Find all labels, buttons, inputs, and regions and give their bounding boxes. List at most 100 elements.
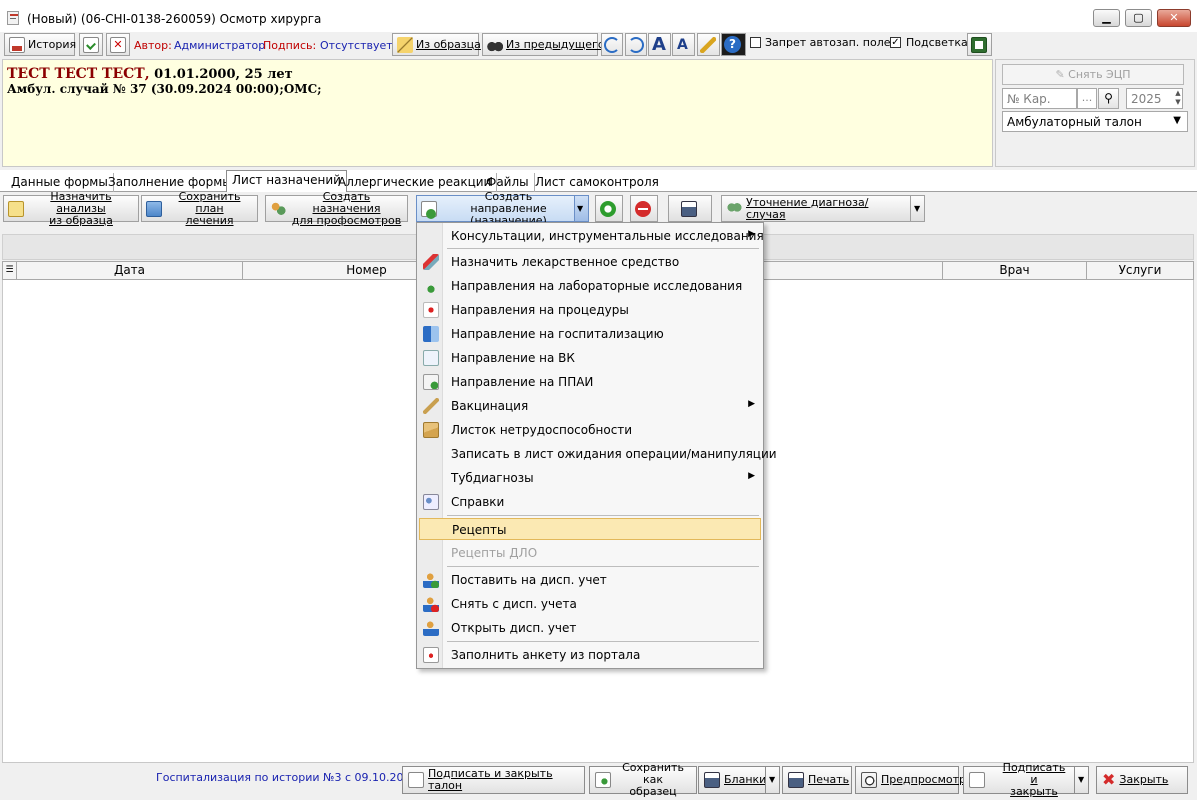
- unsign-doc-button[interactable]: ✕: [106, 33, 130, 56]
- menu-item-hospitalization[interactable]: Направление на госпитализацию: [419, 323, 761, 345]
- save-button[interactable]: [967, 33, 992, 56]
- forms-button[interactable]: Бланки: [698, 766, 766, 794]
- test-tube-icon: [423, 278, 439, 294]
- menu-item-label: Назначить лекарственное средство: [451, 255, 680, 269]
- undo-button[interactable]: [625, 33, 647, 56]
- card-number-input[interactable]: № Кар.: [1002, 88, 1077, 109]
- refresh-button[interactable]: [601, 33, 623, 56]
- minimize-button[interactable]: ▁: [1093, 9, 1120, 27]
- menu-item-lab-tests[interactable]: Направления на лабораторные исследования: [419, 275, 761, 297]
- forms-dropdown[interactable]: ▼: [765, 766, 780, 794]
- autofill-ban-checkbox[interactable]: [750, 37, 761, 48]
- patient-header: ТЕСТ ТЕСТ ТЕСТ, 01.01.2000, 25 лет Амбул…: [2, 59, 993, 167]
- menu-item-sick-leave[interactable]: Листок нетрудоспособности: [419, 419, 761, 441]
- menu-item-vk[interactable]: Направление на ВК: [419, 347, 761, 369]
- signed-document-icon: [83, 36, 99, 53]
- menu-item-procedures[interactable]: Направления на процедуры: [419, 299, 761, 321]
- window-title: (Новый) (06-CHI-0138-260059) Осмотр хиру…: [27, 12, 322, 26]
- print-button[interactable]: Печать: [782, 766, 852, 794]
- rotate-icon: [604, 36, 620, 53]
- column-doctor[interactable]: Врач: [943, 262, 1087, 279]
- author-label: Автор:: [134, 39, 172, 52]
- case-info: Амбул. случай № 37 (30.09.2024 00:00);ОМ…: [7, 82, 322, 96]
- menu-item-register-dispensary[interactable]: Поставить на дисп. учет: [419, 569, 761, 591]
- create-direction-dropdown[interactable]: ▼: [574, 195, 589, 222]
- highlight-checkbox[interactable]: ✓: [890, 37, 901, 48]
- search-icon: ⚲: [1104, 91, 1113, 105]
- broom-icon: [700, 36, 716, 53]
- maximize-button[interactable]: ▢: [1125, 9, 1152, 27]
- close-x-icon: ✖: [1102, 770, 1116, 789]
- close-label: Закрыть: [1119, 773, 1169, 786]
- menu-item-label: Справки: [451, 495, 505, 509]
- menu-item-portal-survey[interactable]: Заполнить анкету из портала: [419, 644, 761, 666]
- sign-close-dropdown[interactable]: ▼: [1074, 766, 1089, 794]
- history-button[interactable]: История: [4, 33, 77, 56]
- printer-icon: [704, 772, 720, 788]
- menu-item-consultations[interactable]: Консультации, инструментальные исследова…: [419, 225, 764, 247]
- from-template-button[interactable]: Из образца: [392, 33, 481, 56]
- menu-item-certificates[interactable]: Справки: [419, 491, 761, 513]
- history-label: История: [28, 38, 77, 51]
- save-as-template-button[interactable]: Сохранить как образец: [589, 762, 697, 798]
- font-increase-button[interactable]: A: [648, 33, 671, 56]
- search-button[interactable]: ⚲: [1098, 88, 1119, 109]
- form-type-value: Амбулаторный талон: [1007, 115, 1142, 129]
- column-chooser-icon[interactable]: ☰: [3, 262, 17, 279]
- create-direction-button[interactable]: Создать направление (назначение): [416, 190, 575, 226]
- hospitalization-link[interactable]: Госпитализация по истории №3 с 09.10.202…: [156, 771, 435, 784]
- print-list-button[interactable]: [668, 195, 712, 222]
- close-button[interactable]: ✖ Закрыть: [1096, 766, 1188, 794]
- refresh-list-button[interactable]: [595, 195, 623, 222]
- menu-item-label: Направление на ППАИ: [451, 375, 594, 389]
- green-refresh-icon: [600, 200, 616, 217]
- font-decrease-button[interactable]: A: [672, 33, 695, 56]
- menu-item-deregister-dispensary[interactable]: Снять с дисп. учета: [419, 593, 761, 615]
- save-plan-button[interactable]: Сохранить план лечения: [141, 190, 258, 226]
- clarify-diagnosis-button[interactable]: Уточнение диагноза/случая: [721, 195, 911, 222]
- chevron-down-icon: ▼: [769, 775, 776, 784]
- create-prof-button[interactable]: Создать назначения для профосмотров: [265, 190, 408, 226]
- card-lookup-button[interactable]: ...: [1077, 88, 1097, 109]
- cancel-button[interactable]: [630, 195, 658, 222]
- menu-item-prescriptions[interactable]: Рецепты: [419, 518, 761, 540]
- menu-item-ppai[interactable]: Направление на ППАИ: [419, 371, 761, 393]
- menu-item-vaccination[interactable]: Вакцинация ▶: [419, 395, 761, 417]
- menu-item-waiting-list[interactable]: Записать в лист ожидания операции/манипу…: [419, 443, 777, 465]
- menu-item-label: Снять с дисп. учета: [451, 597, 577, 611]
- tab-self-control[interactable]: Лист самоконтроля: [530, 173, 664, 192]
- from-previous-button[interactable]: Из предыдущего: [482, 33, 605, 56]
- menu-item-label: Вакцинация: [451, 399, 529, 413]
- menu-item-medication[interactable]: Назначить лекарственное средство: [419, 251, 761, 273]
- menu-item-dlo-prescriptions[interactable]: Рецепты ДЛО: [419, 542, 761, 564]
- patient-dob-age: 01.01.2000, 25 лет: [149, 67, 293, 82]
- save-doc-icon: [595, 772, 611, 788]
- save-icon: [971, 36, 987, 53]
- envelope-icon: [423, 422, 439, 438]
- preview-button[interactable]: Предпросмотр: [855, 766, 966, 794]
- column-date[interactable]: Дата: [17, 262, 243, 279]
- sign-close-button[interactable]: Подписать и закрыть: [963, 762, 1075, 798]
- assign-tests-button[interactable]: Назначить анализы из образца: [3, 190, 139, 226]
- patient-line: ТЕСТ ТЕСТ ТЕСТ, 01.01.2000, 25 лет: [7, 66, 293, 82]
- menu-item-open-dispensary[interactable]: Открыть дисп. учет: [419, 617, 761, 639]
- menu-item-tb-diagnoses[interactable]: Тубдиагнозы ▶: [419, 467, 761, 489]
- envelope-pencil-icon: [8, 200, 24, 217]
- form-type-select[interactable]: Амбулаторный талон ▼: [1002, 111, 1188, 132]
- survey-icon: [423, 647, 439, 663]
- clarify-diagnosis-dropdown[interactable]: ▼: [910, 195, 925, 222]
- user-open-icon: [423, 620, 439, 636]
- column-services[interactable]: Услуги: [1087, 262, 1193, 279]
- menu-item-label: Рецепты: [452, 523, 507, 537]
- menu-item-label: Заполнить анкету из портала: [451, 648, 641, 662]
- sign-doc-button[interactable]: [79, 33, 103, 56]
- year-spinner[interactable]: ▲ ▼: [1173, 89, 1183, 108]
- delete-document-icon: ✕: [110, 36, 126, 53]
- menu-separator: [447, 248, 759, 249]
- clear-button[interactable]: [697, 33, 720, 56]
- sign-close-talon-button[interactable]: Подписать и закрыть талон: [402, 766, 585, 794]
- user-remove-icon: [423, 596, 439, 612]
- help-button[interactable]: ?: [721, 33, 746, 56]
- remove-signature-button[interactable]: ✎ Снять ЭЦП: [1002, 64, 1184, 85]
- close-window-button[interactable]: ✕: [1157, 9, 1191, 27]
